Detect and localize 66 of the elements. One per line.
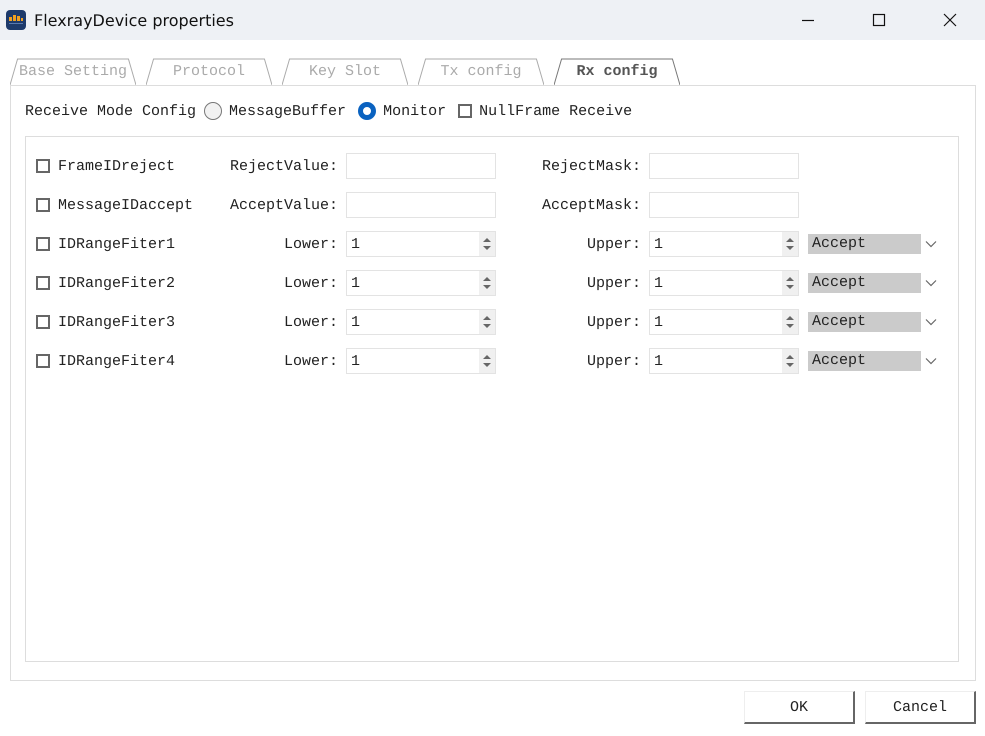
field-label: Upper:	[586, 236, 641, 252]
chevron-down-icon[interactable]	[925, 318, 937, 326]
checkbox-icon[interactable]	[458, 104, 472, 118]
checkbox-icon[interactable]	[36, 354, 50, 368]
input-field[interactable]	[649, 192, 799, 218]
checkbox-icon[interactable]	[36, 276, 50, 290]
spin-arrows-icon[interactable]	[479, 271, 495, 295]
checkbox-icon[interactable]	[36, 315, 50, 329]
spin-arrows-icon[interactable]	[782, 310, 798, 334]
spin-box[interactable]: 1	[649, 348, 799, 374]
mode-dropdown[interactable]: Accept	[808, 273, 921, 293]
field-label: Upper:	[586, 314, 641, 330]
field-label: AcceptMask:	[540, 196, 641, 214]
filter-checkbox[interactable]: IDRangeFiter4	[36, 352, 226, 370]
input-field[interactable]	[649, 153, 799, 179]
tab[interactable]: Rx config	[554, 58, 680, 85]
filter-checkbox[interactable]: IDRangeFiter3	[36, 314, 226, 330]
field-label: Lower:	[282, 274, 338, 292]
radio-icon[interactable]	[358, 102, 376, 120]
checkbox-icon[interactable]	[36, 159, 50, 173]
input-field[interactable]	[346, 192, 496, 218]
mode-dropdown[interactable]: Accept	[808, 234, 921, 254]
field-label: AcceptValue:	[228, 196, 338, 214]
close-icon[interactable]	[942, 13, 956, 27]
mode-dropdown[interactable]: Accept	[808, 351, 921, 371]
spin-box[interactable]: 1	[649, 309, 799, 335]
spin-arrows-icon[interactable]	[782, 349, 798, 373]
radio-option[interactable]: Monitor	[358, 102, 446, 120]
spin-arrows-icon[interactable]	[782, 232, 798, 256]
spin-box[interactable]: 1	[346, 348, 496, 374]
filter-checkbox[interactable]: IDRangeFiter2	[36, 274, 226, 292]
spin-box[interactable]: 1	[346, 231, 496, 257]
receive-mode-label: Receive Mode Config	[25, 102, 196, 120]
spin-arrows-icon[interactable]	[479, 232, 495, 256]
spin-box[interactable]: 1	[346, 309, 496, 335]
input-field[interactable]	[346, 153, 496, 179]
field-label: Lower:	[282, 236, 338, 252]
checkbox-option[interactable]: NullFrame Receive	[458, 102, 632, 120]
spin-arrows-icon[interactable]	[479, 349, 495, 373]
filter-checkbox[interactable]: MessageIDaccept	[36, 196, 226, 214]
app-logo-icon	[6, 10, 26, 30]
ok-button[interactable]: OK	[744, 691, 855, 724]
spin-box[interactable]: 1	[649, 231, 799, 257]
maximize-icon[interactable]	[872, 13, 886, 27]
chevron-down-icon[interactable]	[925, 279, 937, 287]
filter-checkbox[interactable]: IDRangeFiter1	[36, 236, 226, 252]
checkbox-icon[interactable]	[36, 237, 50, 251]
field-label: Lower:	[282, 352, 338, 370]
field-label: Upper:	[586, 352, 641, 370]
spin-arrows-icon[interactable]	[479, 310, 495, 334]
radio-option[interactable]: MessageBuffer	[204, 102, 346, 120]
spin-box[interactable]: 1	[649, 270, 799, 296]
field-label: RejectValue:	[228, 158, 338, 174]
radio-icon[interactable]	[204, 102, 222, 120]
field-label: Lower:	[282, 314, 338, 330]
cancel-button[interactable]: Cancel	[865, 691, 976, 724]
spin-arrows-icon[interactable]	[782, 271, 798, 295]
chevron-down-icon[interactable]	[925, 357, 937, 365]
chevron-down-icon[interactable]	[925, 240, 937, 248]
window-title: FlexrayDevice properties	[34, 10, 234, 30]
mode-dropdown[interactable]: Accept	[808, 312, 921, 332]
field-label: Upper:	[586, 274, 641, 292]
spin-box[interactable]: 1	[346, 270, 496, 296]
filter-checkbox[interactable]: FrameIDreject	[36, 158, 226, 174]
field-label: RejectMask:	[540, 158, 641, 174]
checkbox-icon[interactable]	[36, 198, 50, 212]
